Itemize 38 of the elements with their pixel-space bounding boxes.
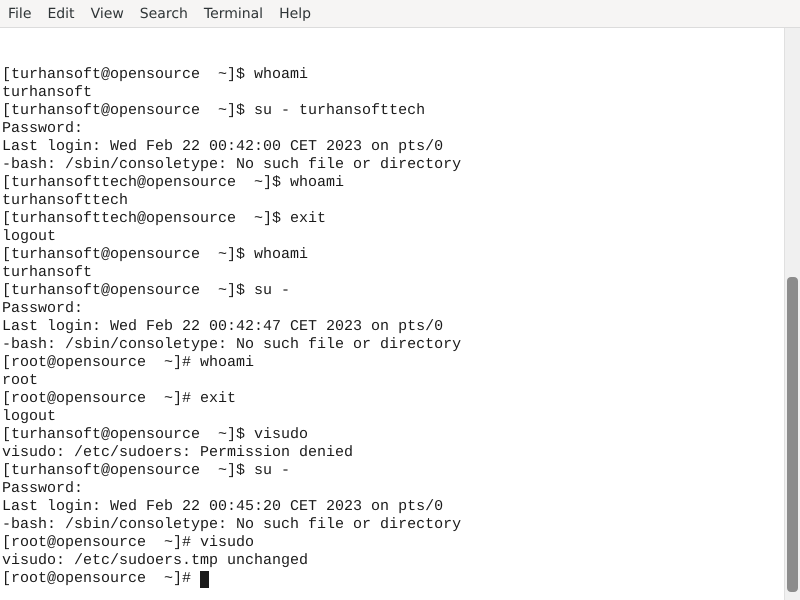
terminal-line: -bash: /sbin/consoletype: No such file or directory <box>2 156 462 174</box>
terminal-line: [turhansofttech@opensource ~]$ exit <box>2 210 326 228</box>
terminal-line: [turhansoft@opensource ~]$ su - <box>2 462 290 480</box>
terminal-line: [root@opensource ~]# whoami <box>2 354 254 372</box>
terminal-line: [root@opensource ~]# exit <box>2 390 236 408</box>
terminal-line: [turhansoft@opensource ~]$ su - <box>2 282 290 300</box>
text-cursor <box>200 570 210 588</box>
menu-item[interactable]: Search <box>140 6 188 22</box>
menu-item[interactable]: Edit <box>47 6 75 22</box>
terminal-line: [turhansoft@opensource ~]$ su - turhansofttech <box>2 102 426 120</box>
terminal-line: turhansoft <box>2 84 92 102</box>
menu-item[interactable]: File <box>8 6 32 22</box>
terminal-line: Last login: Wed Feb 22 00:45:20 CET 2023 on pts/0 <box>2 498 444 516</box>
terminal-line: [turhansoft@opensource ~]$ visudo <box>2 426 308 444</box>
terminal-line: [turhansoft@opensource ~]$ whoami <box>2 66 308 84</box>
terminal-line: visudo: /etc/sudoers.tmp unchanged <box>2 552 308 570</box>
terminal-line: [turhansofttech@opensource ~]$ whoami <box>2 174 344 192</box>
terminal-line: visudo: /etc/sudoers: Permission denied <box>2 444 354 462</box>
terminal-line: turhansofttech <box>2 192 128 210</box>
menu-item[interactable]: Terminal <box>204 6 264 22</box>
terminal-line: Password: <box>2 120 84 138</box>
terminal-line: Password: <box>2 300 84 318</box>
terminal-line: logout <box>2 228 56 246</box>
menu-item[interactable]: Help <box>279 6 311 22</box>
terminal-line: Last login: Wed Feb 22 00:42:47 CET 2023 on pts/0 <box>2 318 444 336</box>
terminal-line: root <box>2 372 38 390</box>
scrollbar-thumb[interactable] <box>787 277 798 592</box>
terminal-line: -bash: /sbin/consoletype: No such file or directory <box>2 336 462 354</box>
terminal-line: Last login: Wed Feb 22 00:42:00 CET 2023 on pts/0 <box>2 138 444 156</box>
terminal-line: Password: <box>2 480 84 498</box>
terminal-line: -bash: /sbin/consoletype: No such file or directory <box>2 516 462 534</box>
terminal-line: logout <box>2 408 56 426</box>
terminal-line: [turhansoft@opensource ~]$ whoami <box>2 246 308 264</box>
terminal-prompt: [root@opensource ~]# <box>2 570 192 588</box>
menu-item[interactable]: View <box>90 6 124 22</box>
scrollbar[interactable] <box>784 28 800 600</box>
terminal-line: turhansoft <box>2 264 92 282</box>
terminal-line: [root@opensource ~]# visudo <box>2 534 254 552</box>
